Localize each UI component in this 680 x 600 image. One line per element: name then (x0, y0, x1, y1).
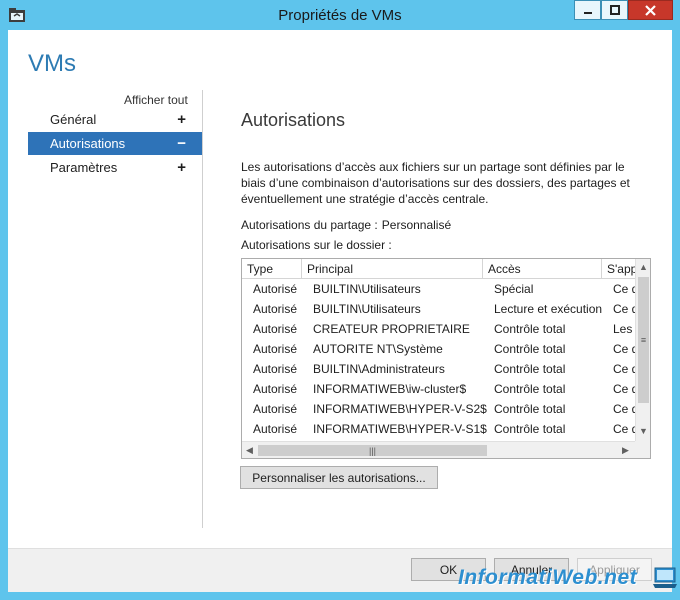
column-header-type[interactable]: Type (242, 259, 302, 279)
cell-access: Contrôle total (494, 382, 566, 396)
table-row[interactable]: Autorisé CREATEUR PROPRIETAIRE Contrôle … (242, 319, 635, 339)
table-row[interactable]: Autorisé BUILTIN\Administrateurs Contrôl… (242, 359, 635, 379)
cell-applies: Ce dossier (613, 422, 635, 436)
sidebar-item-label: Paramètres (50, 160, 118, 175)
cell-principal: AUTORITE NT\Système (313, 342, 443, 356)
table-row[interactable]: Autorisé BUILTIN\Utilisateurs Spécial Ce… (242, 279, 635, 299)
cell-applies: Ce dossier (613, 382, 635, 396)
table-header: Type Principal Accès S'appliq (242, 259, 642, 279)
section-title: Autorisations (241, 110, 346, 130)
minimize-icon (583, 12, 592, 14)
scrollbar-corner (635, 441, 650, 458)
table-row[interactable]: Autorisé INFORMATIWEB\HYPER-V-S2$ Contrô… (242, 399, 635, 419)
scroll-down-icon[interactable]: ▼ (636, 423, 650, 439)
expand-icon: + (177, 111, 186, 128)
cell-type: Autorisé (253, 362, 298, 376)
cell-applies: Ce dossier (613, 302, 635, 316)
share-permissions-value: Personnalisé (381, 218, 452, 232)
cell-type: Autorisé (253, 402, 298, 416)
table-row[interactable]: Autorisé BUILTIN\Utilisateurs Lecture et… (242, 299, 635, 319)
cell-principal: BUILTIN\Utilisateurs (313, 282, 421, 296)
scroll-left-icon[interactable]: ◀ (242, 442, 257, 458)
table-row[interactable]: Autorisé AUTORITE NT\Système Contrôle to… (242, 339, 635, 359)
page-title: VMs (28, 50, 76, 77)
cell-principal: CREATEUR PROPRIETAIRE (313, 322, 470, 336)
cell-applies: Ce dossier (613, 282, 635, 296)
cell-principal: INFORMATIWEB\iw-cluster$ (313, 382, 467, 396)
vertical-scrollbar[interactable]: ▲ ≡ ▼ (635, 259, 650, 441)
show-all-link[interactable]: Afficher tout (124, 93, 188, 107)
cell-principal: INFORMATIWEB\HYPER-V-S2$ (313, 402, 487, 416)
sidebar-item-autorisations[interactable]: Autorisations − (28, 132, 202, 155)
cell-type: Autorisé (253, 422, 298, 436)
share-permissions: Autorisations du partage : Personnalisé (241, 218, 451, 232)
close-button[interactable] (628, 0, 673, 20)
cell-access: Lecture et exécution (494, 302, 603, 316)
folder-permissions-label: Autorisations sur le dossier : (241, 238, 392, 252)
horizontal-scrollbar[interactable]: ◀ ||| ▶ (242, 441, 635, 458)
share-permissions-label: Autorisations du partage : (241, 218, 378, 232)
cell-applies: Ce dossier (613, 402, 635, 416)
maximize-icon (609, 5, 620, 15)
cell-type: Autorisé (253, 302, 298, 316)
close-icon (645, 4, 656, 16)
scroll-right-icon[interactable]: ▶ (618, 442, 633, 458)
expand-icon: + (177, 159, 186, 176)
cell-type: Autorisé (253, 282, 298, 296)
column-header-access[interactable]: Accès (483, 259, 602, 279)
customize-permissions-button[interactable]: Personnaliser les autorisations... (240, 466, 438, 489)
laptop-logo-icon (653, 567, 677, 588)
watermark-text: InformatiWeb.net (458, 566, 638, 589)
cell-access: Contrôle total (494, 402, 566, 416)
cell-access: Contrôle total (494, 362, 566, 376)
cell-type: Autorisé (253, 342, 298, 356)
description-text: Les autorisations d’accès aux fichiers s… (241, 160, 630, 206)
table-row[interactable]: Autorisé INFORMATIWEB\iw-cluster$ Contrô… (242, 379, 635, 399)
minimize-button[interactable] (574, 0, 601, 20)
column-header-principal[interactable]: Principal (302, 259, 483, 279)
cell-principal: BUILTIN\Administrateurs (313, 362, 445, 376)
title-bar: Propriétés de VMs (0, 0, 680, 30)
horizontal-scroll-thumb[interactable]: ||| (258, 445, 487, 456)
cell-access: Contrôle total (494, 422, 566, 436)
maximize-button[interactable] (601, 0, 628, 20)
cell-applies: Ce dossier (613, 362, 635, 376)
cell-access: Spécial (494, 282, 534, 296)
cell-type: Autorisé (253, 382, 298, 396)
cell-principal: INFORMATIWEB\HYPER-V-S1$ (313, 422, 487, 436)
sidebar-item-parametres[interactable]: Paramètres + (28, 156, 202, 179)
dialog-client-area: VMs Afficher tout Général + Autorisation… (8, 30, 672, 548)
sidebar-item-label: Autorisations (50, 136, 126, 151)
sidebar-item-general[interactable]: Général + (28, 108, 202, 131)
table-row[interactable]: Autorisé INFORMATIWEB\HYPER-V-S1$ Contrô… (242, 419, 635, 439)
collapse-icon: − (177, 135, 186, 152)
cell-access: Contrôle total (494, 342, 566, 356)
permissions-table[interactable]: Type Principal Accès S'appliq Autorisé B… (241, 258, 651, 459)
vertical-scroll-thumb[interactable]: ≡ (638, 277, 649, 403)
sidebar-item-label: Général (50, 112, 97, 127)
cell-type: Autorisé (253, 322, 298, 336)
cell-principal: BUILTIN\Utilisateurs (313, 302, 421, 316)
cell-applies: Les sous-dossiers (613, 322, 635, 336)
cell-access: Contrôle total (494, 322, 566, 336)
scroll-up-icon[interactable]: ▲ (636, 259, 650, 275)
sidebar-divider (202, 90, 203, 528)
cell-applies: Ce dossier (613, 342, 635, 356)
